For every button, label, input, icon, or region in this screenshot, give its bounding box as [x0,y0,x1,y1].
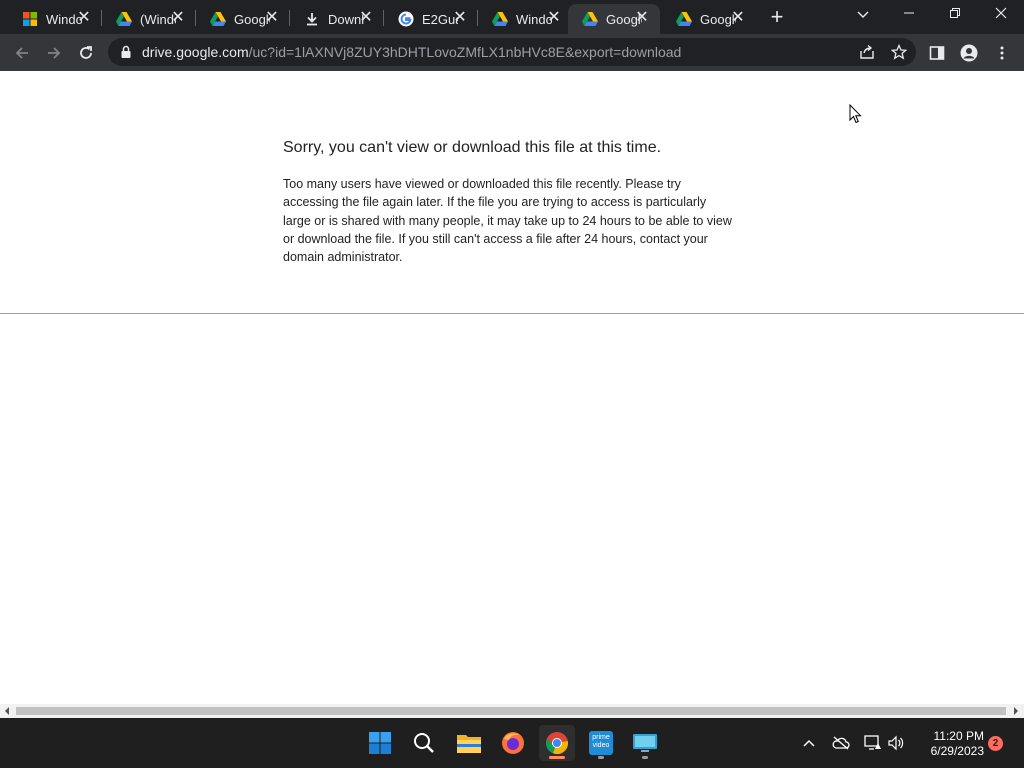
browser-tab[interactable]: Google✕ [662,4,756,34]
prime-video-label: prime video [592,734,610,749]
reload-button[interactable] [73,40,99,66]
browser-tab[interactable]: E2Guardian✕ [384,4,478,34]
tab-close-button[interactable]: ✕ [264,10,280,26]
chrome-icon [546,732,568,755]
clock[interactable]: 11:20 PM 6/29/2023 [914,729,984,759]
active-app-indicator [549,756,565,759]
google-drive-icon [492,11,508,27]
network-button[interactable] [862,732,884,754]
menu-button[interactable] [989,40,1015,66]
reload-icon [80,46,92,59]
restore-button[interactable] [932,0,978,30]
tab-close-button[interactable]: ✕ [634,10,650,26]
tab-strip: Windows✕(Windows✕Google✕Download✕E2Guard… [0,0,1024,34]
file-explorer-icon [457,735,481,753]
running-app-indicator [642,756,648,759]
url-text: drive.google.com/uc?id=1lAXNVj8ZUY3hDHTL… [142,44,681,60]
back-button[interactable] [9,40,35,66]
google-g-icon [398,11,414,27]
network-icon [864,735,881,750]
browser-tab[interactable]: Windows✕ [478,4,572,34]
url-path: /uc?id=1lAXNVj8ZUY3hDHTLovoZMfLX1nbHVc8E… [248,44,682,60]
divider [0,313,1024,314]
lock-icon[interactable] [120,45,132,59]
cloud-off-icon [832,736,850,750]
start-button[interactable] [362,725,398,761]
scroll-left-icon[interactable] [4,707,10,715]
chevron-down-icon [857,11,869,18]
clock-time: 11:20 PM [933,729,984,743]
mouse-cursor-icon [849,104,862,124]
address-bar[interactable]: drive.google.com/uc?id=1lAXNVj8ZUY3hDHTL… [108,38,916,66]
scroll-right-icon[interactable] [1013,707,1019,715]
bookmark-button[interactable] [886,39,912,65]
profile-button[interactable] [956,40,982,66]
page-content: Sorry, you can't view or download this f… [0,71,1024,704]
browser-tab[interactable]: Download✕ [290,4,384,34]
running-app-indicator [598,756,604,759]
prime-video-icon: prime video [589,731,613,755]
share-icon [860,44,874,59]
show-hidden-icons-button[interactable] [798,732,820,754]
star-icon [891,44,907,60]
search-icon [414,733,434,753]
horizontal-scrollbar[interactable] [0,704,1024,718]
close-window-button[interactable] [978,0,1024,30]
taskbar-remote-desktop[interactable] [627,725,663,761]
arrow-right-icon [48,47,61,59]
profile-icon [960,44,978,62]
remote-desktop-icon [633,734,657,752]
volume-icon [888,735,904,751]
taskbar: prime video 11:20 PM 6/29/2023 2 [0,718,1024,768]
tab-close-button[interactable]: ✕ [170,10,186,26]
clock-date: 6/29/2023 [930,744,984,758]
taskbar-chrome[interactable] [539,725,575,761]
close-icon [995,7,1007,19]
onedrive-button[interactable] [830,732,852,754]
more-vert-icon [1000,46,1004,60]
error-message: Too many users have viewed or downloaded… [283,177,732,265]
google-drive-icon [676,11,692,27]
tab-close-button[interactable]: ✕ [730,10,746,26]
new-tab-button[interactable]: + [766,6,788,28]
forward-button[interactable] [41,40,67,66]
side-panel-button[interactable] [924,40,950,66]
download-icon [304,11,320,27]
url-host: drive.google.com [142,44,249,60]
volume-button[interactable] [885,732,907,754]
notification-badge[interactable]: 2 [988,736,1003,751]
arrow-left-icon [15,47,28,59]
browser-toolbar: drive.google.com/uc?id=1lAXNVj8ZUY3hDHTL… [0,34,1024,71]
share-button[interactable] [854,39,880,65]
google-drive-icon [210,11,226,27]
taskbar-file-explorer[interactable] [451,725,487,761]
windows-logo-icon [22,11,38,27]
minimize-icon [904,12,914,14]
browser-tab[interactable]: (Windows✕ [102,4,196,34]
scrollbar-thumb[interactable] [16,707,1006,715]
browser-tab[interactable]: Windows✕ [8,4,102,34]
google-drive-icon [116,11,132,27]
browser-tab[interactable]: Google✕ [568,4,660,34]
restore-icon [950,8,960,18]
tab-close-button[interactable]: ✕ [358,10,374,26]
tab-search-button[interactable] [840,0,886,30]
tab-close-button[interactable]: ✕ [546,10,562,26]
tab-close-button[interactable]: ✕ [76,10,92,26]
google-drive-icon [582,11,598,27]
error-title: Sorry, you can't view or download this f… [283,139,662,156]
firefox-icon [502,732,524,754]
side-panel-icon [929,46,945,60]
browser-tab[interactable]: Google✕ [196,4,290,34]
tab-close-button[interactable]: ✕ [452,10,468,26]
taskbar-firefox[interactable] [495,725,531,761]
start-icon [369,732,391,754]
taskbar-search-button[interactable] [406,725,442,761]
chevron-up-icon [803,739,815,747]
taskbar-prime-video[interactable]: prime video [583,725,619,761]
minimize-button[interactable] [886,0,932,30]
